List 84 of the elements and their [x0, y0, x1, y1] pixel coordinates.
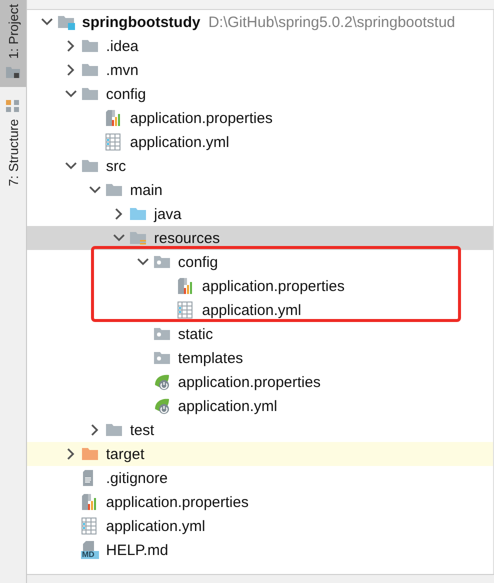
- folder-icon: [153, 350, 171, 366]
- spring-leaf-icon: [153, 397, 171, 415]
- table-file-icon: [177, 301, 193, 319]
- spring-leaf-icon: [153, 373, 171, 391]
- item-label: test: [129, 422, 154, 438]
- item-label: application.properties: [177, 374, 321, 390]
- tree-row[interactable]: .mvn: [27, 58, 493, 82]
- chevron-right-icon[interactable]: [67, 40, 75, 52]
- tree-row[interactable]: .idea: [27, 34, 493, 58]
- tree-row[interactable]: static: [27, 322, 493, 346]
- table-file-icon: [105, 133, 121, 151]
- folder-icon: [81, 38, 99, 54]
- tree-row[interactable]: config: [27, 250, 493, 274]
- chevron-down-icon[interactable]: [65, 90, 77, 98]
- item-label: .gitignore: [105, 470, 168, 486]
- tree-row[interactable]: templates: [27, 346, 493, 370]
- item-label: java: [152, 206, 182, 222]
- tree-row[interactable]: MD HELP.md: [27, 538, 493, 562]
- item-label: static: [177, 326, 214, 342]
- item-label: application.yml: [129, 134, 230, 150]
- tree-row[interactable]: main: [27, 178, 493, 202]
- tree-row[interactable]: src: [27, 154, 493, 178]
- folder-icon: [153, 254, 171, 270]
- chevron-down-icon[interactable]: [65, 162, 77, 170]
- tree-row[interactable]: application.properties: [27, 274, 493, 298]
- item-label: application.yml: [105, 518, 206, 534]
- item-label: main: [129, 182, 163, 198]
- folder-icon: [81, 446, 99, 462]
- tree-row[interactable]: application.properties: [27, 106, 493, 130]
- properties-file-icon: [105, 109, 121, 127]
- tree-row[interactable]: resources: [27, 226, 493, 250]
- tree-row[interactable]: application.properties: [27, 370, 493, 394]
- properties-file-icon: [177, 277, 193, 295]
- tool-window-tab[interactable]: 7: Structure: [0, 94, 26, 194]
- chevron-right-icon[interactable]: [115, 208, 123, 220]
- item-label: application.yml: [201, 302, 302, 318]
- chevron-down-icon[interactable]: [113, 234, 125, 242]
- properties-file-icon: [81, 493, 97, 511]
- path-label: D:\GitHub\spring5.0.2\springbootstud: [207, 14, 456, 30]
- item-label: target: [105, 446, 144, 462]
- folder-icon: [81, 62, 99, 78]
- tree-row[interactable]: .gitignore: [27, 466, 493, 490]
- item-label: templates: [177, 350, 244, 366]
- module-folder-icon: [57, 14, 75, 30]
- item-label: springbootstudy: [81, 14, 200, 30]
- tree-row[interactable]: application.yml: [27, 298, 493, 322]
- tree-row[interactable]: application.yml: [27, 514, 493, 538]
- resources-folder-icon: [129, 230, 147, 246]
- item-label: application.properties: [201, 278, 345, 294]
- chevron-down-icon[interactable]: [137, 258, 149, 266]
- chevron-right-icon[interactable]: [67, 64, 75, 76]
- tree-row[interactable]: springbootstudy D:\GitHub\spring5.0.2\springbootstud: [27, 10, 493, 34]
- folder-icon: [105, 422, 123, 438]
- chevron-right-icon[interactable]: [67, 448, 75, 460]
- tree-row[interactable]: target: [27, 442, 493, 466]
- folder-icon: [129, 206, 147, 222]
- item-label: resources: [153, 230, 220, 246]
- tree-row[interactable]: test: [27, 418, 493, 442]
- folder-icon: [81, 158, 99, 174]
- item-label: application.properties: [129, 110, 273, 126]
- folder-icon: [153, 326, 171, 342]
- structure-icon: [5, 98, 21, 113]
- item-label: HELP.md: [105, 542, 168, 558]
- chevron-right-icon[interactable]: [91, 424, 99, 436]
- table-file-icon: [81, 517, 97, 535]
- item-label: src: [105, 158, 126, 174]
- item-label: config: [105, 86, 146, 102]
- item-label: application.properties: [105, 494, 249, 510]
- tree-row[interactable]: application.yml: [27, 130, 493, 154]
- item-label: .mvn: [105, 62, 139, 78]
- tree-row[interactable]: application.properties: [27, 490, 493, 514]
- chevron-down-icon[interactable]: [41, 18, 53, 26]
- item-label: config: [177, 254, 218, 270]
- tree-row[interactable]: application.yml: [27, 394, 493, 418]
- tool-window-tab[interactable]: 1: Project: [0, 0, 26, 87]
- item-label: .idea: [105, 38, 139, 54]
- text-file-icon: [81, 469, 95, 487]
- tree-row[interactable]: config: [27, 82, 493, 106]
- folder-icon: [81, 86, 99, 102]
- folder-icon: [105, 182, 123, 198]
- chevron-down-icon[interactable]: [89, 186, 101, 194]
- tree-row[interactable]: java: [27, 202, 493, 226]
- folder-icon: [5, 64, 21, 79]
- item-label: application.yml: [177, 398, 278, 414]
